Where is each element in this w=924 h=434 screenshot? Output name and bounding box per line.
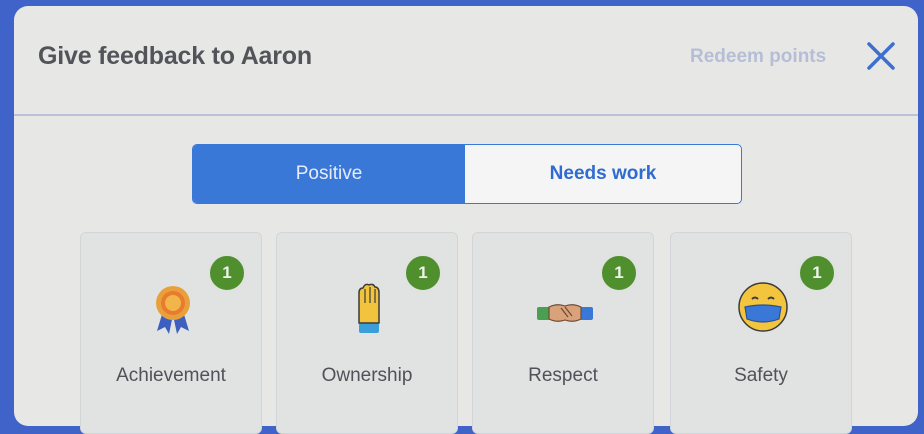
count-badge: 1 — [797, 253, 837, 293]
feedback-modal: Give feedback to Aaron Redeem points Pos… — [14, 6, 918, 434]
face-mask-icon — [738, 282, 788, 332]
card-respect[interactable]: 1 Respect — [472, 232, 654, 434]
tab-needs-work[interactable]: Needs work — [465, 145, 741, 203]
card-label: Achievement — [116, 365, 226, 386]
card-label: Safety — [734, 365, 788, 386]
award-ribbon-icon — [156, 286, 190, 334]
count-badge: 1 — [403, 253, 443, 293]
modal-title: Give feedback to Aaron — [38, 42, 312, 70]
raised-hand-icon — [358, 283, 380, 333]
card-ownership[interactable]: 1 Ownership — [276, 232, 458, 434]
count-badge: 1 — [599, 253, 639, 293]
close-button[interactable] — [864, 39, 898, 73]
card-label: Ownership — [321, 365, 413, 386]
card-achievement[interactable]: 1 Achievement — [80, 232, 262, 434]
modal-header: Give feedback to Aaron Redeem points — [14, 6, 918, 116]
handshake-icon — [537, 304, 593, 322]
count-badge: 1 — [207, 253, 247, 293]
feedback-type-toggle: Positive Needs work — [192, 144, 742, 204]
card-safety[interactable]: 1 Safety — [670, 232, 852, 434]
tab-positive[interactable]: Positive — [193, 145, 465, 203]
redeem-points-link[interactable]: Redeem points — [690, 46, 826, 68]
card-label: Respect — [528, 365, 598, 386]
close-icon — [867, 42, 895, 70]
